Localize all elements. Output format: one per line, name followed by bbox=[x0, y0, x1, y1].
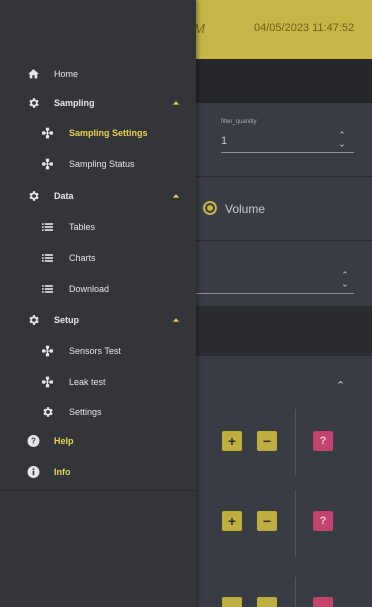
chevron-up-icon[interactable] bbox=[172, 192, 180, 200]
list-icon bbox=[42, 254, 53, 262]
nav-item-download[interactable]: Download bbox=[0, 276, 196, 302]
minus-button[interactable] bbox=[257, 597, 277, 607]
chevron-down-icon[interactable]: ⌃ bbox=[337, 138, 347, 148]
vertical-divider bbox=[295, 409, 296, 475]
app-root: M 04/05/2023 11:47:52 filter_quantity 1 … bbox=[0, 0, 372, 607]
nav-item-label: Sampling Status bbox=[69, 159, 135, 169]
info-icon bbox=[27, 466, 40, 478]
drawer-divider bbox=[0, 490, 196, 491]
nav-item-label: Data bbox=[54, 191, 74, 201]
nav-item-sampling-status[interactable]: Sampling Status bbox=[0, 151, 196, 177]
chevron-up-icon[interactable] bbox=[172, 99, 180, 107]
volume-radio-label: Volume bbox=[225, 202, 266, 216]
molecule-icon bbox=[42, 376, 53, 388]
nav-item-label: Charts bbox=[69, 253, 96, 263]
chevron-up-icon[interactable] bbox=[172, 316, 180, 324]
nav-item-settings[interactable]: Settings bbox=[0, 399, 196, 425]
list-icon bbox=[42, 285, 53, 293]
nav-item-tables[interactable]: Tables bbox=[0, 214, 196, 240]
volume-radio[interactable] bbox=[203, 201, 217, 215]
plus-button[interactable]: + bbox=[222, 431, 242, 451]
datetime-display: 04/05/2023 11:47:52 bbox=[254, 22, 355, 34]
filter-quantity-underline bbox=[221, 152, 354, 153]
nav-group-setup[interactable]: Setup bbox=[0, 307, 196, 333]
nav-item-label: Help bbox=[54, 436, 74, 446]
gear-icon bbox=[29, 98, 39, 108]
nav-item-sensors-test[interactable]: Sensors Test bbox=[0, 338, 196, 364]
nav-item-leak-test[interactable]: Leak test bbox=[0, 369, 196, 395]
vertical-divider bbox=[295, 577, 296, 607]
nav-item-label: Sensors Test bbox=[69, 346, 121, 356]
navigation-drawer: Home Sampling Sampling Settings Sampling… bbox=[0, 0, 196, 607]
nav-item-help[interactable]: ? Help bbox=[0, 428, 196, 454]
nav-item-sampling-settings[interactable]: Sampling Settings bbox=[0, 120, 196, 146]
select-dropdown-stepper[interactable]: ⌃ ⌃ bbox=[340, 271, 350, 289]
help-button[interactable]: ? bbox=[313, 511, 333, 531]
plus-button[interactable] bbox=[222, 597, 242, 607]
gear-icon bbox=[29, 315, 39, 325]
help-button[interactable] bbox=[313, 597, 333, 607]
drawer-header bbox=[0, 0, 196, 57]
svg-text:?: ? bbox=[31, 437, 36, 446]
nav-item-label: Download bbox=[69, 284, 110, 294]
chevron-down-icon[interactable]: ⌃ bbox=[340, 278, 350, 288]
nav-item-label: Home bbox=[54, 69, 79, 79]
molecule-icon bbox=[42, 158, 53, 170]
nav-item-label: Leak test bbox=[69, 377, 106, 387]
help-icon: ? bbox=[27, 435, 40, 447]
nav-item-label: Setup bbox=[54, 315, 80, 325]
home-icon bbox=[28, 69, 39, 79]
divider bbox=[195, 176, 372, 177]
collapse-icon[interactable]: ⌃ bbox=[336, 379, 345, 392]
nav-item-label: Info bbox=[54, 467, 71, 477]
plus-button[interactable]: + bbox=[222, 511, 242, 531]
select-underline bbox=[195, 293, 354, 294]
molecule-icon bbox=[42, 127, 53, 139]
gear-icon bbox=[29, 191, 39, 201]
filter-quantity-input[interactable]: 1 bbox=[221, 135, 227, 147]
molecule-icon bbox=[42, 345, 53, 357]
nav-item-label: Sampling Settings bbox=[69, 128, 148, 138]
nav-item-label: Sampling bbox=[54, 98, 95, 108]
nav-item-label: Settings bbox=[69, 407, 102, 417]
minus-button[interactable]: − bbox=[257, 511, 277, 531]
list-icon bbox=[42, 223, 53, 231]
nav-group-sampling[interactable]: Sampling bbox=[0, 90, 196, 116]
minus-button[interactable]: − bbox=[257, 431, 277, 451]
nav-item-info[interactable]: Info bbox=[0, 459, 196, 485]
gear-icon bbox=[43, 407, 53, 417]
filter-quantity-stepper[interactable]: ⌃ ⌃ bbox=[337, 131, 347, 149]
nav-item-label: Tables bbox=[69, 222, 96, 232]
nav-item-charts[interactable]: Charts bbox=[0, 245, 196, 271]
divider bbox=[195, 240, 372, 241]
nav-item-home[interactable]: Home bbox=[0, 61, 196, 87]
filter-quantity-label: filter_quantity bbox=[221, 119, 257, 125]
vertical-divider bbox=[295, 490, 296, 556]
section-band bbox=[195, 306, 372, 356]
help-button[interactable]: ? bbox=[313, 431, 333, 451]
nav-group-data[interactable]: Data bbox=[0, 183, 196, 209]
